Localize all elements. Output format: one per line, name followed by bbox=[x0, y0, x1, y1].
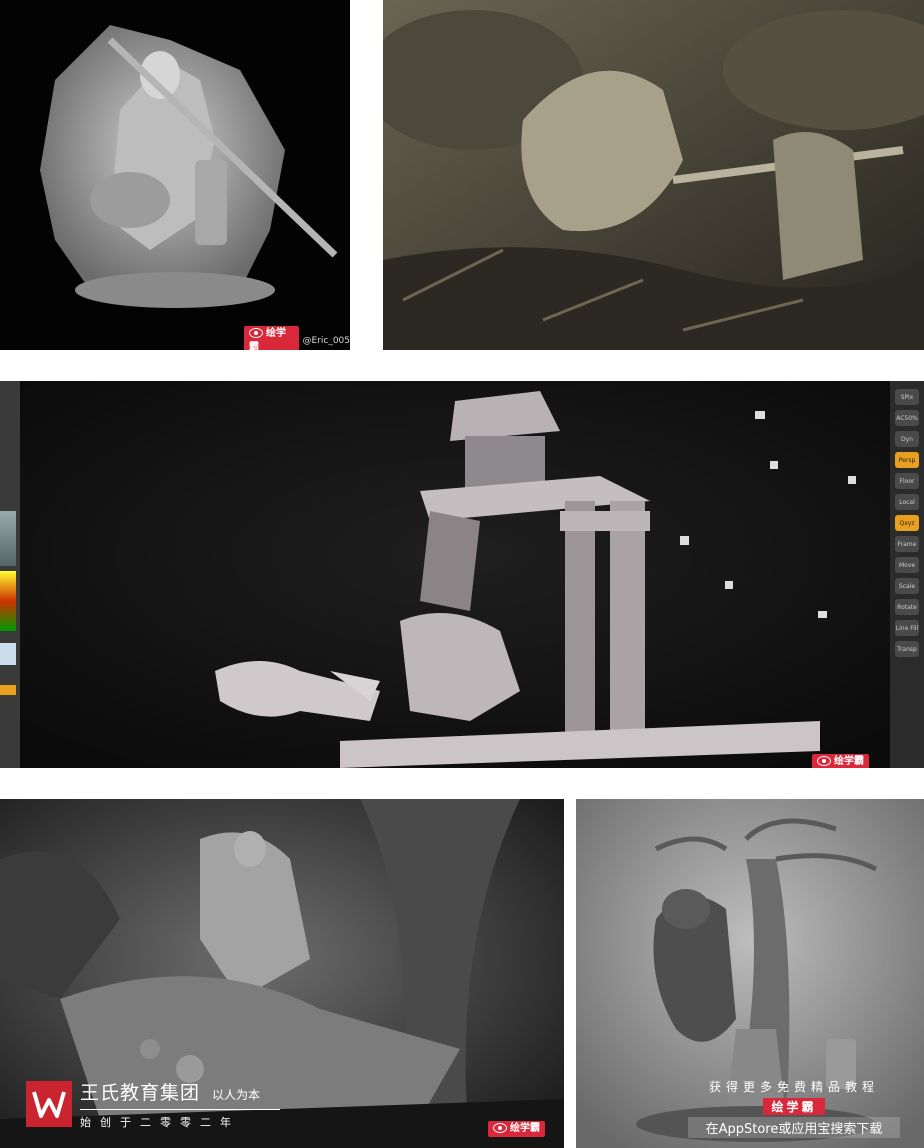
watermark-handle: @Eric_005 bbox=[302, 336, 350, 346]
brand-motto: 以人为本 bbox=[212, 1088, 261, 1102]
line-fill-button[interactable]: Line Fill bbox=[895, 620, 919, 636]
sculpt-tiger-fight-image bbox=[383, 0, 924, 350]
zbrush-left-toolbar[interactable] bbox=[0, 381, 20, 768]
dynamic-button[interactable]: Dyn bbox=[895, 431, 919, 447]
promo-download-line: 在AppStore或应用宝搜索下载 bbox=[688, 1117, 900, 1138]
accent-swatch[interactable] bbox=[0, 685, 16, 695]
watermark: 绘学霸 bbox=[488, 1121, 545, 1137]
rotate-button[interactable]: Rotate bbox=[895, 599, 919, 615]
scale-button[interactable]: Scale bbox=[895, 578, 919, 594]
brand-divider bbox=[80, 1109, 280, 1110]
watermark-badge: 绘学霸 bbox=[812, 754, 869, 768]
watermark-badge: 绘学霸 bbox=[244, 326, 300, 350]
ac50-button[interactable]: AC50% bbox=[895, 410, 919, 426]
image-tile-3: SPix AC50% Dyn Persp Floor Local Qxyz Fr… bbox=[0, 381, 924, 768]
image-tile-2 bbox=[383, 0, 924, 350]
image-tile-1: 绘学霸 @Eric_005 bbox=[0, 0, 350, 350]
promo-block: 获得更多免费精品教程 绘学霸 在AppStore或应用宝搜索下载 bbox=[688, 1078, 900, 1138]
qxyz-button[interactable]: Qxyz bbox=[895, 515, 919, 531]
brand-logo bbox=[26, 1081, 72, 1127]
brand-name: 王氏教育集团 bbox=[80, 1082, 201, 1104]
color-swatch[interactable] bbox=[0, 571, 16, 631]
persp-button[interactable]: Persp bbox=[895, 452, 919, 468]
brand-block: 王氏教育集团 以人为本 始创于二零零二年 bbox=[26, 1078, 280, 1130]
zbrush-right-toolbar[interactable]: SPix AC50% Dyn Persp Floor Local Qxyz Fr… bbox=[890, 381, 924, 768]
spix-button[interactable]: SPix bbox=[895, 389, 919, 405]
brand-row: 王氏教育集团 以人为本 bbox=[80, 1078, 280, 1105]
watermark: 绘学霸 bbox=[812, 754, 869, 768]
watermark: 绘学霸 @Eric_005 bbox=[244, 326, 350, 350]
brand-founded: 始创于二零零二年 bbox=[80, 1116, 240, 1129]
brand-text: 王氏教育集团 以人为本 始创于二零零二年 bbox=[80, 1078, 280, 1130]
sculpt-warrior-staff-image bbox=[0, 0, 350, 350]
eye-icon bbox=[249, 328, 263, 338]
eye-icon bbox=[493, 1123, 507, 1133]
texture-swatch[interactable] bbox=[0, 511, 16, 566]
local-button[interactable]: Local bbox=[895, 494, 919, 510]
promo-badge: 绘学霸 bbox=[763, 1098, 825, 1115]
promo-headline: 获得更多免费精品教程 bbox=[708, 1080, 879, 1094]
eye-icon bbox=[817, 756, 831, 766]
sculpt-gate-scene-image bbox=[0, 381, 924, 768]
transp-button[interactable]: Transp bbox=[895, 641, 919, 657]
frame-button[interactable]: Frame bbox=[895, 536, 919, 552]
floor-button[interactable]: Floor bbox=[895, 473, 919, 489]
watermark-badge: 绘学霸 bbox=[488, 1121, 545, 1137]
move-button[interactable]: Move bbox=[895, 557, 919, 573]
material-swatch[interactable] bbox=[0, 643, 16, 665]
w-logo-icon bbox=[32, 1091, 66, 1118]
